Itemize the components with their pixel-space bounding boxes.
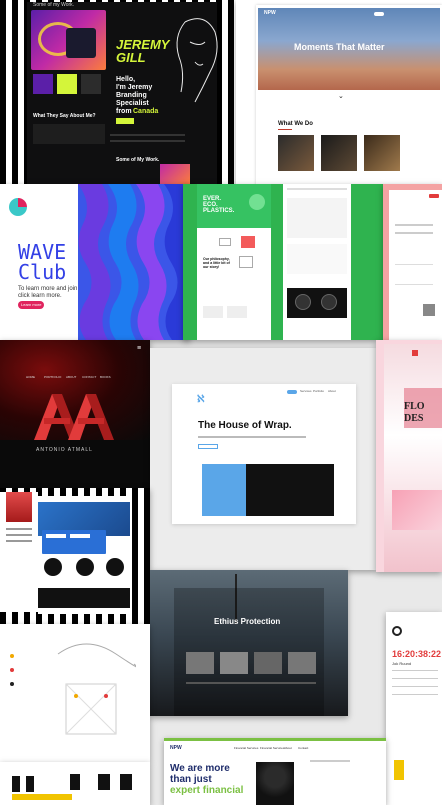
clock-sub: Jok Ruund bbox=[392, 661, 412, 666]
service-card-black-2[interactable] bbox=[288, 464, 334, 516]
portfolio-collage: Some of my Work. JEREMY GILL Hello, I'm … bbox=[0, 0, 442, 805]
eco-line-3: PLASTICS. bbox=[203, 208, 235, 214]
tile-npw-financial[interactable]: NPW Financial Services Financial Service… bbox=[164, 738, 386, 805]
name-line-2: GILL bbox=[116, 50, 146, 65]
wave-artwork bbox=[78, 184, 190, 340]
wireframe-lines bbox=[57, 643, 136, 735]
wave-title-2: Club bbox=[18, 260, 67, 284]
tile-flor-design[interactable]: FLO DES bbox=[376, 340, 442, 572]
menu-contact[interactable]: CONTACT bbox=[82, 375, 96, 379]
service-card-black-1[interactable] bbox=[246, 464, 292, 516]
nav-home-button[interactable] bbox=[287, 390, 297, 394]
nav-services[interactable]: Services bbox=[300, 389, 312, 393]
wave-body-2: click learn more. bbox=[18, 293, 62, 299]
tile-ui-sketch[interactable] bbox=[0, 624, 150, 762]
card-3[interactable] bbox=[81, 74, 101, 94]
tile-booking-app[interactable] bbox=[0, 488, 150, 624]
nav-financial-1[interactable]: Financial Services bbox=[234, 746, 258, 750]
clock-time: 16:20:38:22 bbox=[392, 649, 442, 659]
wrap-cta[interactable] bbox=[198, 444, 218, 449]
tile-keys[interactable] bbox=[0, 762, 150, 805]
aa-logo bbox=[34, 394, 114, 440]
city-text: Canada bbox=[133, 108, 159, 115]
tile-pink-site[interactable] bbox=[383, 184, 442, 340]
what-we-do-heading: What We Do bbox=[278, 121, 313, 127]
hello-text: Hello, bbox=[116, 76, 136, 83]
nav-button[interactable] bbox=[374, 12, 384, 16]
from-text: from bbox=[116, 108, 132, 115]
ethius-title: Ethius Protection bbox=[214, 617, 281, 626]
tile-antonio-atmall[interactable]: ≡ HOME PORTFOLIO ABOUT CONTACT BOOKS ANT… bbox=[0, 340, 150, 488]
tile-eco-plastics[interactable]: EVER. ECO. PLASTICS. Our philosophy, and… bbox=[183, 184, 383, 340]
npw-bottom-logo: NPW bbox=[170, 745, 182, 751]
menu-about[interactable]: ABOUT bbox=[66, 375, 76, 379]
menu-portfolio[interactable]: PORTFOLIO bbox=[44, 375, 61, 379]
chevron-down-icon[interactable]: ⌄ bbox=[338, 93, 344, 100]
tile-clock-app[interactable]: 16:20:38:22 Jok Ruund bbox=[386, 612, 442, 805]
wrap-logo: ℵ bbox=[197, 394, 205, 405]
flor-line-2: DES bbox=[404, 413, 424, 424]
im-text: I'm Jeremy bbox=[116, 84, 153, 91]
tile-ethius-protection[interactable]: Ethius Protection bbox=[150, 570, 348, 716]
hero-title: Moments That Matter bbox=[294, 42, 385, 52]
service-card-2[interactable] bbox=[321, 135, 357, 171]
card-2[interactable] bbox=[57, 74, 77, 94]
menu-books[interactable]: BOOKS bbox=[100, 375, 111, 379]
tile-house-of-wrap[interactable]: ℵ Services Portfolio About The House of … bbox=[150, 348, 376, 570]
nav-portfolio[interactable]: Portfolio bbox=[313, 389, 324, 393]
contact-button[interactable] bbox=[116, 118, 134, 124]
hamburger-icon[interactable]: ≡ bbox=[137, 345, 141, 352]
wave-logo bbox=[9, 198, 27, 216]
service-card-blue[interactable] bbox=[202, 464, 248, 516]
learn-more-label: Learn more bbox=[21, 302, 42, 307]
nav-financial-2[interactable]: Financial Services bbox=[260, 746, 284, 750]
npw-line-1: We are more bbox=[170, 763, 230, 774]
icon-circle-3[interactable] bbox=[106, 558, 124, 576]
npw-line-3: expert financial bbox=[170, 785, 244, 796]
menu-home[interactable]: HOME bbox=[26, 375, 35, 379]
npw-line-2: than just bbox=[170, 774, 212, 785]
service-card-1[interactable] bbox=[278, 135, 314, 171]
role-line-1: Branding bbox=[116, 92, 147, 99]
eco-headline-3: our story! bbox=[203, 265, 220, 269]
portrait-sketch bbox=[176, 18, 218, 103]
card-1[interactable] bbox=[33, 74, 53, 94]
tagline: Some of my Work. bbox=[33, 2, 75, 8]
icon-circle-2[interactable] bbox=[76, 558, 94, 576]
flor-line-1: FLO bbox=[404, 401, 425, 412]
nav-contact-bottom[interactable]: Contact bbox=[298, 746, 308, 750]
wrap-headline: The House of Wrap. bbox=[198, 420, 292, 431]
tile-wave-club[interactable]: WAVE Club To learn more and join click l… bbox=[0, 184, 190, 340]
tile-jeremy-gill[interactable]: Some of my Work. JEREMY GILL Hello, I'm … bbox=[0, 0, 236, 184]
npw-logo: NPW bbox=[264, 10, 276, 16]
role-line-2: Specialist bbox=[116, 100, 149, 107]
nav-about-bottom[interactable]: About bbox=[284, 746, 292, 750]
portrait-photo bbox=[256, 762, 294, 805]
tile-npw-moments[interactable]: NPW Moments That Matter ⌄ What We Do bbox=[236, 0, 442, 190]
wave-body-1: To learn more and join bbox=[18, 286, 78, 292]
service-card-3[interactable] bbox=[364, 135, 400, 171]
antonio-name: ANTONIO ATMALL bbox=[36, 447, 93, 453]
clock-logo bbox=[392, 626, 402, 636]
about-heading: What They Say About Me? bbox=[33, 113, 96, 119]
icon-circle-1[interactable] bbox=[44, 558, 62, 576]
work-heading: Some of My Work. bbox=[116, 157, 160, 163]
nav-about[interactable]: About bbox=[328, 389, 336, 393]
